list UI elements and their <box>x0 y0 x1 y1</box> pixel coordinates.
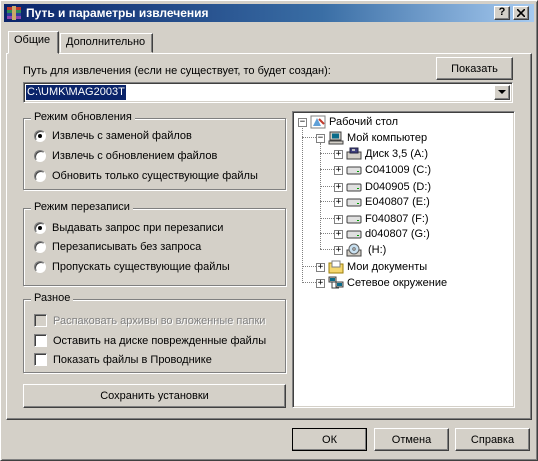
tree-node-desktop[interactable]: − Рабочий стол <box>298 114 398 130</box>
expand-toggle[interactable]: + <box>334 245 343 255</box>
tree-node-network[interactable]: + Сетевое окружение <box>316 275 447 291</box>
radio-label: Извлечь с обновлением файлов <box>52 150 218 162</box>
radio-label: Выдавать запрос при перезаписи <box>52 222 224 234</box>
radio-indicator[interactable] <box>34 170 46 182</box>
tree-label-my-computer: Мой компьютер <box>347 132 428 144</box>
tree-label-desktop: Рабочий стол <box>329 116 399 128</box>
close-icon <box>516 8 526 18</box>
path-dropdown-button[interactable] <box>494 85 510 100</box>
radio-update-fresh[interactable]: Извлечь с обновлением файлов <box>34 150 217 162</box>
cd-drive-icon <box>346 243 362 257</box>
overwrite-mode-title: Режим перезаписи <box>31 201 133 213</box>
folder-tree[interactable]: − Рабочий стол − Мой компьютер + Диск 3,… <box>292 111 515 408</box>
checkbox-label: Показать файлы в Проводнике <box>53 353 212 366</box>
cancel-button[interactable]: Отмена <box>374 428 449 451</box>
tree-node-drive-d[interactable]: + D040905 (D:) <box>334 179 431 195</box>
tree-label-drive: Диск 3,5 (A:) <box>365 148 429 160</box>
expand-toggle[interactable]: + <box>334 182 343 192</box>
hard-drive-icon <box>346 183 362 192</box>
collapse-toggle[interactable]: − <box>298 117 307 127</box>
tree-label-drive: C041009 (C:) <box>365 164 432 176</box>
expand-toggle[interactable]: + <box>316 278 325 288</box>
check-keep-broken[interactable]: Оставить на диске поврежденные файлы <box>34 334 266 347</box>
title-bar[interactable]: Путь и параметры извлечения ? <box>4 4 534 22</box>
path-combobox[interactable]: C:\UMK\MAG2003T <box>23 82 513 103</box>
update-mode-title: Режим обновления <box>31 111 135 123</box>
checkbox-label: Оставить на диске поврежденные файлы <box>53 334 267 347</box>
desktop-icon <box>310 115 326 129</box>
tab-advanced[interactable]: Дополнительно <box>60 33 153 53</box>
tree-node-drive-h[interactable]: + (H:) <box>334 242 386 258</box>
tab-general[interactable]: Общие <box>8 31 59 54</box>
checkbox[interactable] <box>34 314 47 327</box>
folder-icon <box>328 260 344 274</box>
ok-button[interactable]: ОК <box>292 428 367 451</box>
tab-general-label: Общие <box>14 34 51 46</box>
tree-label-drive: (H:) <box>368 244 387 256</box>
chevron-down-icon <box>498 90 506 94</box>
tree-label-drive: E040807 (E:) <box>365 196 430 208</box>
radio-indicator[interactable] <box>34 241 46 253</box>
checkbox[interactable] <box>34 334 47 347</box>
radio-label: Перезаписывать без запроса <box>52 241 202 253</box>
winrar-app-icon <box>7 6 21 20</box>
tree-label-drive: D040905 (D:) <box>365 181 432 193</box>
tree-label-drive: d040807 (G:) <box>365 228 430 240</box>
help-button[interactable]: Справка <box>455 428 530 451</box>
expand-toggle[interactable]: + <box>334 197 343 207</box>
expand-toggle[interactable]: + <box>334 214 343 224</box>
radio-label: Пропускать существующие файлы <box>52 261 230 273</box>
tree-node-drive-e[interactable]: + E040807 (E:) <box>334 194 430 210</box>
save-settings-button[interactable]: Сохранить установки <box>23 384 286 408</box>
tree-node-drive-c[interactable]: + C041009 (C:) <box>334 162 431 178</box>
show-button[interactable]: Показать <box>436 57 513 80</box>
radio-label: Обновить только существующие файлы <box>52 170 258 182</box>
radio-indicator[interactable] <box>34 261 46 273</box>
hard-drive-icon <box>346 215 362 224</box>
tree-node-my-computer[interactable]: − Мой компьютер <box>316 130 427 146</box>
tab-advanced-label: Дополнительно <box>66 36 146 48</box>
hard-drive-icon <box>346 166 362 175</box>
expand-toggle[interactable]: + <box>334 149 343 159</box>
check-show-in-explorer[interactable]: Показать файлы в Проводнике <box>34 353 212 366</box>
tree-node-my-documents[interactable]: + Мои документы <box>316 259 427 275</box>
hard-drive-icon <box>346 230 362 239</box>
radio-update-replace[interactable]: Извлечь с заменой файлов <box>34 130 192 142</box>
path-label: Путь для извлечения (если не существует,… <box>23 65 331 77</box>
extraction-dialog: Путь и параметры извлечения ? Общие Допо… <box>0 0 538 461</box>
path-input[interactable]: C:\UMK\MAG2003T <box>26 85 126 100</box>
floppy-drive-icon <box>346 147 362 160</box>
radio-indicator[interactable] <box>34 150 46 162</box>
network-icon <box>328 276 344 289</box>
expand-toggle[interactable]: + <box>334 229 343 239</box>
tree-node-drive-g[interactable]: + d040807 (G:) <box>334 226 430 242</box>
radio-indicator[interactable] <box>34 222 46 234</box>
tree-label-network: Сетевое окружение <box>347 277 448 289</box>
close-title-button[interactable] <box>513 6 529 20</box>
checkbox-label: Распаковать архивы во вложенные папки <box>53 314 266 327</box>
collapse-toggle[interactable]: − <box>316 133 325 143</box>
checkbox[interactable] <box>34 353 47 366</box>
radio-overwrite-without-prompt[interactable]: Перезаписывать без запроса <box>34 241 201 253</box>
window-title: Путь и параметры извлечения <box>26 6 209 20</box>
radio-label: Извлечь с заменой файлов <box>52 130 192 142</box>
tree-label-drive: F040807 (F:) <box>365 213 429 225</box>
tree-node-drive-a[interactable]: + Диск 3,5 (A:) <box>334 146 428 162</box>
radio-overwrite-skip[interactable]: Пропускать существующие файлы <box>34 261 230 273</box>
tree-node-drive-f[interactable]: + F040807 (F:) <box>334 211 429 227</box>
radio-update-existing[interactable]: Обновить только существующие файлы <box>34 170 258 182</box>
expand-toggle[interactable]: + <box>334 165 343 175</box>
radio-indicator[interactable] <box>34 130 46 142</box>
expand-toggle[interactable]: + <box>316 262 325 272</box>
tree-label-my-documents: Мои документы <box>347 261 428 273</box>
computer-icon <box>328 131 344 145</box>
hard-drive-icon <box>346 198 362 207</box>
check-unpack-nested[interactable]: Распаковать архивы во вложенные папки <box>34 314 265 327</box>
help-title-button[interactable]: ? <box>494 6 510 20</box>
misc-title: Разное <box>31 292 74 304</box>
radio-overwrite-ask[interactable]: Выдавать запрос при перезаписи <box>34 222 223 234</box>
